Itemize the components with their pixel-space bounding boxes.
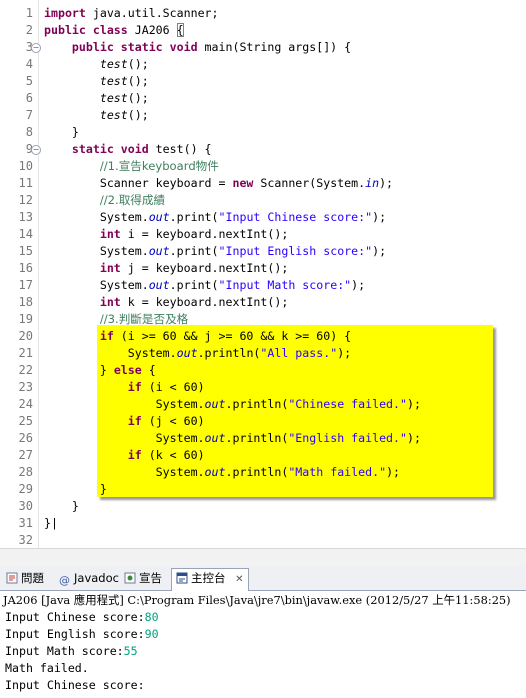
code-line[interactable]: System.out.print("Input English score:")… bbox=[44, 243, 386, 260]
code-line[interactable]: System.out.print("Input Chinese score:")… bbox=[44, 209, 386, 226]
code-line[interactable]: } bbox=[44, 498, 79, 515]
code-line[interactable]: test(); bbox=[44, 90, 149, 107]
line-number: 6 bbox=[25, 91, 33, 105]
line-number: 8 bbox=[25, 125, 33, 139]
line-number: 12 bbox=[18, 193, 33, 207]
code-line[interactable]: test(); bbox=[44, 107, 149, 124]
close-icon[interactable]: ✕ bbox=[235, 574, 243, 585]
code-line[interactable]: Scanner keyboard = new Scanner(System.in… bbox=[44, 175, 393, 192]
line-number: 20 bbox=[18, 329, 33, 343]
code-line[interactable]: test(); bbox=[44, 56, 149, 73]
line-number: 26 bbox=[18, 431, 33, 445]
line-number: 19 bbox=[18, 312, 33, 326]
line-number: 24 bbox=[18, 397, 33, 411]
code-line[interactable]: if (i >= 60 && j >= 60 && k >= 60) { bbox=[44, 328, 351, 345]
code-line[interactable]: int i = keyboard.nextInt(); bbox=[44, 226, 288, 243]
line-number: 2 bbox=[25, 23, 33, 37]
code-line[interactable]: test(); bbox=[44, 73, 149, 90]
console-user-input: 55 bbox=[123, 644, 138, 658]
console-line: Input Chinese score: bbox=[5, 678, 145, 692]
code-line[interactable]: } bbox=[44, 124, 79, 141]
code-line[interactable]: public class JA206 { bbox=[44, 22, 184, 39]
line-number: 27 bbox=[18, 448, 33, 462]
console-user-input: 80 bbox=[144, 610, 159, 624]
line-number: 11 bbox=[18, 176, 33, 190]
line-number: 30 bbox=[18, 499, 33, 513]
line-number: 25 bbox=[18, 414, 33, 428]
code-line[interactable]: import java.util.Scanner; bbox=[44, 5, 219, 22]
tab-declaration[interactable]: 宣告 bbox=[120, 569, 166, 588]
tab-problems[interactable]: 問題 bbox=[2, 569, 48, 588]
code-line[interactable]: System.out.println("Math failed."); bbox=[44, 464, 400, 481]
line-number: 9 bbox=[25, 142, 33, 156]
line-number: 7 bbox=[25, 108, 33, 122]
line-number: 22 bbox=[18, 363, 33, 377]
code-line[interactable]: //2.取得成績 bbox=[44, 192, 165, 209]
fold-toggle-icon[interactable]: − bbox=[31, 43, 41, 53]
declaration-icon bbox=[124, 572, 136, 584]
javadoc-icon: @ bbox=[59, 574, 70, 587]
line-number: 15 bbox=[18, 244, 33, 258]
code-line[interactable]: //3.判斷是否及格 bbox=[44, 311, 188, 328]
line-number: 23 bbox=[18, 380, 33, 394]
code-line[interactable]: if (j < 60) bbox=[44, 413, 205, 430]
console-line: Input Math score:55 bbox=[5, 644, 138, 658]
code-line[interactable]: static void test() { bbox=[44, 141, 212, 158]
line-number: 28 bbox=[18, 465, 33, 479]
line-number-gutter: 1 2 3−4 5 6 7 8 9−10 11 12 13 14 15 16 17 18 19 20 21 22 23 2… bbox=[0, 0, 41, 548]
line-number: 31 bbox=[18, 516, 33, 530]
tab-label: 問題 bbox=[21, 571, 44, 585]
console-output[interactable]: Input Chinese score:80 Input English scor… bbox=[0, 609, 526, 698]
code-editor[interactable]: 1 2 3−4 5 6 7 8 9−10 11 12 13 14 15 16 17 18 19 20 21 22 23 2… bbox=[0, 0, 526, 566]
line-number: 3 bbox=[25, 40, 33, 54]
code-line[interactable]: } else { bbox=[44, 362, 156, 379]
tab-javadoc[interactable]: @ Javadoc bbox=[55, 569, 123, 588]
line-number: 21 bbox=[18, 346, 33, 360]
line-number: 10 bbox=[18, 159, 33, 173]
console-user-input: 90 bbox=[144, 627, 159, 641]
console-line: Input Chinese score:80 bbox=[5, 610, 159, 624]
line-number: 18 bbox=[18, 295, 33, 309]
tab-label: 宣告 bbox=[139, 571, 162, 585]
tab-console[interactable]: 主控台 ✕ bbox=[171, 568, 249, 591]
code-line[interactable]: System.out.print("Input Math score:"); bbox=[44, 277, 365, 294]
console-icon bbox=[176, 572, 188, 584]
code-line[interactable]: public static void main(String args[]) { bbox=[44, 39, 351, 56]
line-number: 5 bbox=[25, 74, 33, 88]
console-line: Math failed. bbox=[5, 661, 89, 675]
line-number: 17 bbox=[18, 278, 33, 292]
code-line[interactable]: System.out.println("English failed."); bbox=[44, 430, 421, 447]
console-process-header: JA206 [Java 應用程式] C:\Program Files\Java\… bbox=[0, 591, 526, 610]
line-number: 29 bbox=[18, 482, 33, 496]
line-number: 13 bbox=[18, 210, 33, 224]
code-line[interactable]: if (k < 60) bbox=[44, 447, 205, 464]
code-line[interactable]: if (i < 60) bbox=[44, 379, 205, 396]
code-line[interactable]: int k = keyboard.nextInt(); bbox=[44, 294, 288, 311]
console-line: Input English score:90 bbox=[5, 627, 159, 641]
line-number: 14 bbox=[18, 227, 33, 241]
code-line[interactable]: }| bbox=[44, 515, 58, 532]
tab-label: Javadoc bbox=[74, 571, 119, 585]
line-number: 1 bbox=[25, 6, 33, 20]
fold-toggle-icon[interactable]: − bbox=[31, 145, 41, 155]
code-line[interactable]: int j = keyboard.nextInt(); bbox=[44, 260, 288, 277]
bottom-panel-tabs: 問題 @ Javadoc 宣告 主控台 ✕ bbox=[0, 566, 526, 591]
code-line[interactable]: System.out.println("Chinese failed."); bbox=[44, 396, 421, 413]
line-number: 16 bbox=[18, 261, 33, 275]
code-line[interactable]: //1.宣告keyboard物件 bbox=[44, 158, 219, 175]
code-line[interactable]: System.out.println("All pass."); bbox=[44, 345, 351, 362]
tab-label: 主控台 bbox=[191, 571, 226, 585]
horizontal-scrollbar[interactable] bbox=[0, 548, 526, 566]
problems-icon bbox=[6, 572, 18, 584]
line-number: 4 bbox=[25, 57, 33, 71]
code-line[interactable]: } bbox=[44, 481, 107, 498]
line-number: 32 bbox=[18, 533, 33, 547]
